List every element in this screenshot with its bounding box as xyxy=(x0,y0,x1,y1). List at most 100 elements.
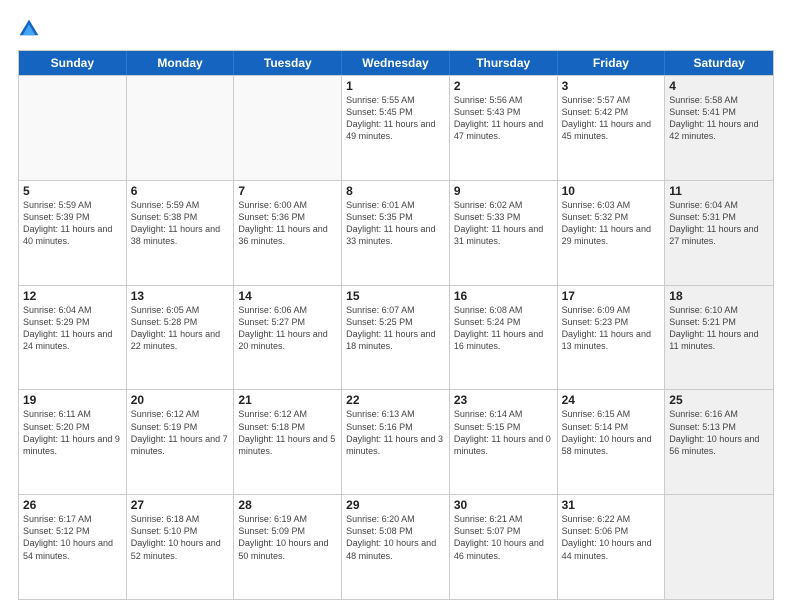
day-info: Sunrise: 6:04 AM Sunset: 5:31 PM Dayligh… xyxy=(669,199,769,248)
calendar-cell: 2Sunrise: 5:56 AM Sunset: 5:43 PM Daylig… xyxy=(450,76,558,180)
weekday-header: Sunday xyxy=(19,51,127,75)
day-info: Sunrise: 6:14 AM Sunset: 5:15 PM Dayligh… xyxy=(454,408,553,457)
day-info: Sunrise: 6:03 AM Sunset: 5:32 PM Dayligh… xyxy=(562,199,661,248)
calendar-cell: 14Sunrise: 6:06 AM Sunset: 5:27 PM Dayli… xyxy=(234,286,342,390)
calendar-cell xyxy=(19,76,127,180)
day-info: Sunrise: 6:01 AM Sunset: 5:35 PM Dayligh… xyxy=(346,199,445,248)
day-info: Sunrise: 5:59 AM Sunset: 5:39 PM Dayligh… xyxy=(23,199,122,248)
calendar: SundayMondayTuesdayWednesdayThursdayFrid… xyxy=(18,50,774,600)
calendar-cell xyxy=(234,76,342,180)
day-number: 18 xyxy=(669,289,769,303)
calendar-cell: 26Sunrise: 6:17 AM Sunset: 5:12 PM Dayli… xyxy=(19,495,127,599)
day-info: Sunrise: 6:12 AM Sunset: 5:19 PM Dayligh… xyxy=(131,408,230,457)
day-number: 7 xyxy=(238,184,337,198)
day-info: Sunrise: 5:58 AM Sunset: 5:41 PM Dayligh… xyxy=(669,94,769,143)
calendar-cell: 8Sunrise: 6:01 AM Sunset: 5:35 PM Daylig… xyxy=(342,181,450,285)
day-info: Sunrise: 6:04 AM Sunset: 5:29 PM Dayligh… xyxy=(23,304,122,353)
day-number: 27 xyxy=(131,498,230,512)
calendar-cell: 9Sunrise: 6:02 AM Sunset: 5:33 PM Daylig… xyxy=(450,181,558,285)
day-number: 29 xyxy=(346,498,445,512)
header xyxy=(18,18,774,40)
calendar-cell: 5Sunrise: 5:59 AM Sunset: 5:39 PM Daylig… xyxy=(19,181,127,285)
day-number: 9 xyxy=(454,184,553,198)
day-info: Sunrise: 6:19 AM Sunset: 5:09 PM Dayligh… xyxy=(238,513,337,562)
weekday-header: Monday xyxy=(127,51,235,75)
day-info: Sunrise: 6:17 AM Sunset: 5:12 PM Dayligh… xyxy=(23,513,122,562)
day-number: 4 xyxy=(669,79,769,93)
calendar-row: 1Sunrise: 5:55 AM Sunset: 5:45 PM Daylig… xyxy=(19,75,773,180)
day-info: Sunrise: 6:12 AM Sunset: 5:18 PM Dayligh… xyxy=(238,408,337,457)
day-number: 24 xyxy=(562,393,661,407)
day-info: Sunrise: 6:15 AM Sunset: 5:14 PM Dayligh… xyxy=(562,408,661,457)
calendar-row: 12Sunrise: 6:04 AM Sunset: 5:29 PM Dayli… xyxy=(19,285,773,390)
day-number: 28 xyxy=(238,498,337,512)
day-info: Sunrise: 6:07 AM Sunset: 5:25 PM Dayligh… xyxy=(346,304,445,353)
day-number: 14 xyxy=(238,289,337,303)
weekday-header: Tuesday xyxy=(234,51,342,75)
weekday-header: Friday xyxy=(558,51,666,75)
day-number: 16 xyxy=(454,289,553,303)
calendar-row: 19Sunrise: 6:11 AM Sunset: 5:20 PM Dayli… xyxy=(19,389,773,494)
day-number: 5 xyxy=(23,184,122,198)
day-number: 25 xyxy=(669,393,769,407)
day-number: 12 xyxy=(23,289,122,303)
day-info: Sunrise: 6:20 AM Sunset: 5:08 PM Dayligh… xyxy=(346,513,445,562)
day-info: Sunrise: 6:18 AM Sunset: 5:10 PM Dayligh… xyxy=(131,513,230,562)
day-number: 2 xyxy=(454,79,553,93)
calendar-cell: 15Sunrise: 6:07 AM Sunset: 5:25 PM Dayli… xyxy=(342,286,450,390)
day-info: Sunrise: 6:21 AM Sunset: 5:07 PM Dayligh… xyxy=(454,513,553,562)
day-number: 17 xyxy=(562,289,661,303)
day-number: 30 xyxy=(454,498,553,512)
day-info: Sunrise: 6:16 AM Sunset: 5:13 PM Dayligh… xyxy=(669,408,769,457)
day-info: Sunrise: 6:06 AM Sunset: 5:27 PM Dayligh… xyxy=(238,304,337,353)
day-number: 15 xyxy=(346,289,445,303)
day-info: Sunrise: 6:22 AM Sunset: 5:06 PM Dayligh… xyxy=(562,513,661,562)
calendar-cell xyxy=(127,76,235,180)
calendar-cell xyxy=(665,495,773,599)
day-number: 3 xyxy=(562,79,661,93)
day-info: Sunrise: 5:55 AM Sunset: 5:45 PM Dayligh… xyxy=(346,94,445,143)
calendar-cell: 11Sunrise: 6:04 AM Sunset: 5:31 PM Dayli… xyxy=(665,181,773,285)
day-info: Sunrise: 5:56 AM Sunset: 5:43 PM Dayligh… xyxy=(454,94,553,143)
day-info: Sunrise: 6:05 AM Sunset: 5:28 PM Dayligh… xyxy=(131,304,230,353)
calendar-cell: 17Sunrise: 6:09 AM Sunset: 5:23 PM Dayli… xyxy=(558,286,666,390)
calendar-cell: 1Sunrise: 5:55 AM Sunset: 5:45 PM Daylig… xyxy=(342,76,450,180)
logo-icon xyxy=(18,18,40,40)
calendar-cell: 7Sunrise: 6:00 AM Sunset: 5:36 PM Daylig… xyxy=(234,181,342,285)
calendar-cell: 13Sunrise: 6:05 AM Sunset: 5:28 PM Dayli… xyxy=(127,286,235,390)
calendar-cell: 22Sunrise: 6:13 AM Sunset: 5:16 PM Dayli… xyxy=(342,390,450,494)
day-info: Sunrise: 6:02 AM Sunset: 5:33 PM Dayligh… xyxy=(454,199,553,248)
day-number: 20 xyxy=(131,393,230,407)
calendar-cell: 31Sunrise: 6:22 AM Sunset: 5:06 PM Dayli… xyxy=(558,495,666,599)
calendar-cell: 25Sunrise: 6:16 AM Sunset: 5:13 PM Dayli… xyxy=(665,390,773,494)
calendar-cell: 28Sunrise: 6:19 AM Sunset: 5:09 PM Dayli… xyxy=(234,495,342,599)
day-info: Sunrise: 5:57 AM Sunset: 5:42 PM Dayligh… xyxy=(562,94,661,143)
day-number: 10 xyxy=(562,184,661,198)
day-info: Sunrise: 6:09 AM Sunset: 5:23 PM Dayligh… xyxy=(562,304,661,353)
day-info: Sunrise: 6:08 AM Sunset: 5:24 PM Dayligh… xyxy=(454,304,553,353)
calendar-cell: 3Sunrise: 5:57 AM Sunset: 5:42 PM Daylig… xyxy=(558,76,666,180)
day-number: 1 xyxy=(346,79,445,93)
calendar-row: 5Sunrise: 5:59 AM Sunset: 5:39 PM Daylig… xyxy=(19,180,773,285)
day-number: 23 xyxy=(454,393,553,407)
calendar-cell: 29Sunrise: 6:20 AM Sunset: 5:08 PM Dayli… xyxy=(342,495,450,599)
calendar-cell: 27Sunrise: 6:18 AM Sunset: 5:10 PM Dayli… xyxy=(127,495,235,599)
calendar-cell: 19Sunrise: 6:11 AM Sunset: 5:20 PM Dayli… xyxy=(19,390,127,494)
day-number: 6 xyxy=(131,184,230,198)
calendar-cell: 18Sunrise: 6:10 AM Sunset: 5:21 PM Dayli… xyxy=(665,286,773,390)
weekday-header: Wednesday xyxy=(342,51,450,75)
day-number: 31 xyxy=(562,498,661,512)
calendar-cell: 16Sunrise: 6:08 AM Sunset: 5:24 PM Dayli… xyxy=(450,286,558,390)
calendar-header: SundayMondayTuesdayWednesdayThursdayFrid… xyxy=(19,51,773,75)
calendar-cell: 30Sunrise: 6:21 AM Sunset: 5:07 PM Dayli… xyxy=(450,495,558,599)
day-info: Sunrise: 6:11 AM Sunset: 5:20 PM Dayligh… xyxy=(23,408,122,457)
calendar-cell: 12Sunrise: 6:04 AM Sunset: 5:29 PM Dayli… xyxy=(19,286,127,390)
day-number: 22 xyxy=(346,393,445,407)
calendar-row: 26Sunrise: 6:17 AM Sunset: 5:12 PM Dayli… xyxy=(19,494,773,599)
day-info: Sunrise: 6:13 AM Sunset: 5:16 PM Dayligh… xyxy=(346,408,445,457)
day-number: 11 xyxy=(669,184,769,198)
calendar-cell: 24Sunrise: 6:15 AM Sunset: 5:14 PM Dayli… xyxy=(558,390,666,494)
calendar-cell: 20Sunrise: 6:12 AM Sunset: 5:19 PM Dayli… xyxy=(127,390,235,494)
calendar-cell: 10Sunrise: 6:03 AM Sunset: 5:32 PM Dayli… xyxy=(558,181,666,285)
day-number: 19 xyxy=(23,393,122,407)
